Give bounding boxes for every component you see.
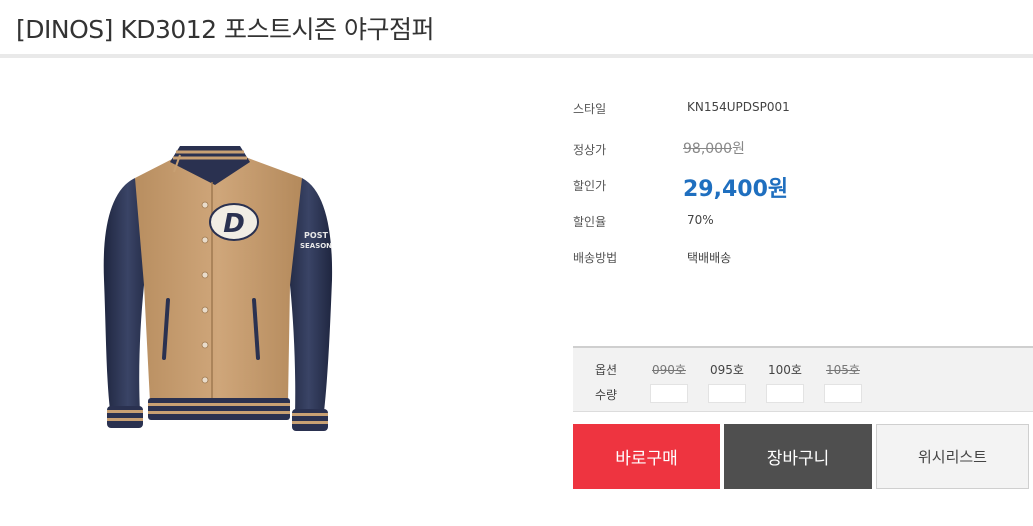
wishlist-button[interactable]: 위시리스트 [876,424,1029,489]
list-price: 98,000원 [683,138,745,158]
add-to-cart-button[interactable]: 장바구니 [724,424,872,489]
quantity-input-095[interactable] [708,384,746,403]
list-price-unit: 원 [732,141,745,157]
sale-price: 29,400원 [683,177,789,202]
size-option-090[interactable]: 090호 [650,361,688,378]
waistband [148,398,290,420]
product-title: [DINOS] KD3012 포스트시즌 야구점퍼 [16,15,435,44]
team-logo-letter: D [223,209,245,239]
team-logo-icon: D [209,203,259,241]
discount-label: 할인율 [573,215,607,229]
jacket-body [135,155,302,402]
title-bar: [DINOS] KD3012 포스트시즌 야구점퍼 [0,0,1033,58]
shipping-label: 배송방법 [573,251,618,265]
option-box: 옵션 수량 090호 095호 100호 105호 [573,346,1033,412]
size-option-105[interactable]: 105호 [824,361,862,378]
sale-price-label: 할인가 [573,179,607,193]
size-option-100[interactable]: 100호 [766,361,804,378]
left-cuff [107,406,143,428]
svg-text:SEASON: SEASON [300,242,332,250]
style-value: KN154UPDSP001 [687,100,790,114]
quantity-label: 수량 [595,388,618,402]
discount-value: 70% [687,213,714,227]
quantity-input-105[interactable] [824,384,862,403]
right-cuff [292,409,328,431]
svg-text:POST: POST [304,231,328,240]
list-price-value: 98,000 [683,141,732,157]
buy-now-button[interactable]: 바로구매 [573,424,720,489]
quantity-input-090[interactable] [650,384,688,403]
option-label: 옵션 [595,363,618,377]
size-option-095[interactable]: 095호 [708,361,746,378]
style-label: 스타일 [573,102,607,116]
quantity-input-100[interactable] [766,384,804,403]
shipping-value: 택배배송 [687,251,732,265]
jacket-illustration: D POST SEASON [103,146,332,431]
list-price-label: 정상가 [573,143,607,157]
product-image: D POST SEASON [40,110,380,470]
